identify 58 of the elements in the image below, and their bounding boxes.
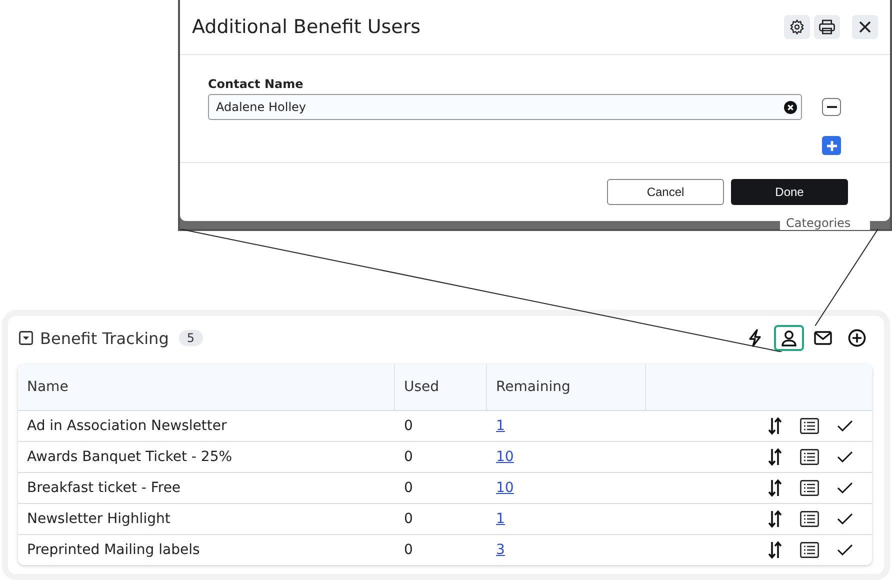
sort-icon[interactable]: [768, 417, 782, 435]
settings-icon: [789, 19, 805, 35]
check-icon[interactable]: [837, 513, 853, 525]
list-icon[interactable]: [800, 418, 819, 434]
list-icon[interactable]: [800, 480, 819, 496]
collapse-icon[interactable]: [19, 331, 33, 345]
remaining-link[interactable]: 10: [496, 449, 514, 465]
plus-icon: [826, 140, 836, 150]
categories-text: Categories: [785, 216, 851, 230]
sort-icon[interactable]: [768, 510, 782, 528]
check-icon[interactable]: [837, 544, 853, 556]
table-cell: 0: [404, 480, 413, 496]
remaining-link[interactable]: 10: [496, 480, 514, 496]
list-icon[interactable]: [800, 542, 819, 558]
cancel-button[interactable]: Cancel: [607, 179, 724, 205]
field-label: Contact Name: [208, 77, 304, 91]
table-cell: Awards Banquet Ticket - 25%: [27, 449, 232, 465]
remaining-link[interactable]: 1: [496, 511, 505, 527]
add-button[interactable]: [822, 136, 841, 155]
panel-title: Benefit Tracking: [40, 328, 169, 348]
mail-icon: [814, 331, 832, 345]
lightning-icon: [748, 329, 762, 347]
table-cell: 0: [404, 542, 413, 558]
remaining-link[interactable]: 1: [496, 418, 505, 434]
table-cell: 0: [404, 449, 413, 465]
table-cell: 0: [404, 511, 413, 527]
table-cell: Breakfast ticket - Free: [27, 480, 181, 496]
plus-circle-icon: [848, 329, 866, 347]
sort-icon[interactable]: [768, 541, 782, 559]
check-icon[interactable]: [837, 482, 853, 494]
dialog-title: Additional Benefit Users: [192, 16, 422, 38]
settings-button[interactable]: [784, 15, 810, 39]
table-cell: Preprinted Mailing labels: [27, 542, 200, 558]
printer-icon: [818, 19, 836, 35]
column-header: Used: [395, 364, 487, 410]
table-cell: 0: [404, 418, 413, 434]
user-button[interactable]: [774, 325, 804, 351]
remaining-link[interactable]: 3: [496, 542, 505, 558]
print-button[interactable]: [814, 15, 840, 39]
check-icon[interactable]: [837, 420, 853, 432]
column-header: Name: [18, 364, 395, 410]
contact-name-field[interactable]: Adalene Holley: [208, 94, 802, 120]
done-button[interactable]: Done: [731, 179, 848, 205]
table-cell: Ad in Association Newsletter: [27, 418, 227, 434]
column-header: Remaining: [487, 364, 646, 410]
table-cell: Newsletter Highlight: [27, 511, 170, 527]
sort-icon[interactable]: [768, 479, 782, 497]
remove-button[interactable]: [822, 98, 841, 116]
close-button[interactable]: [852, 15, 878, 39]
close-icon: [859, 21, 871, 33]
list-icon[interactable]: [800, 449, 819, 465]
sort-icon[interactable]: [768, 448, 782, 466]
count-badge: 5: [178, 330, 202, 346]
check-icon[interactable]: [837, 451, 853, 463]
list-icon[interactable]: [800, 511, 819, 527]
user-icon: [780, 329, 798, 347]
minus-icon: [826, 105, 836, 109]
clear-icon[interactable]: [784, 100, 797, 114]
